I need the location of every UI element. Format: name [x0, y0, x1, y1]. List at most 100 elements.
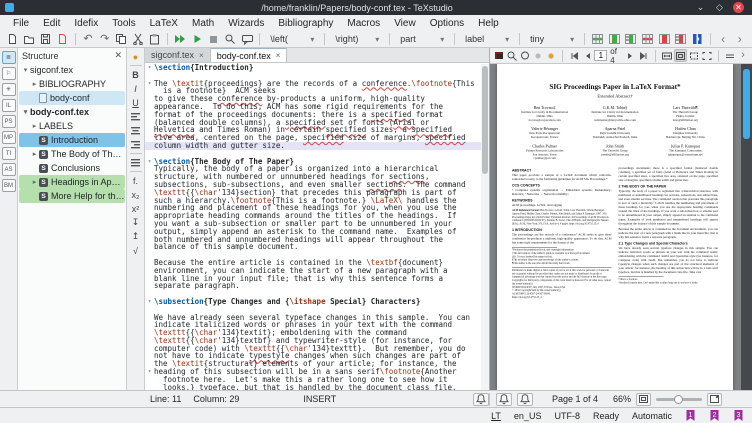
- close-panel-icon[interactable]: ✕: [114, 50, 122, 61]
- pdf-magnifier-icon[interactable]: [506, 49, 518, 62]
- editor-scrollbar[interactable]: [481, 64, 489, 390]
- paste-table-column-icon[interactable]: [623, 32, 638, 47]
- view-pdf-icon[interactable]: [223, 32, 238, 47]
- comment-icon[interactable]: [240, 32, 255, 47]
- menu-math[interactable]: Math: [185, 17, 221, 30]
- compile-icon[interactable]: [190, 32, 205, 47]
- forward-jump-icon[interactable]: [545, 49, 557, 62]
- add-table-row-icon[interactable]: [590, 32, 605, 47]
- fold-gutter[interactable]: [145, 376, 154, 384]
- fontsize-dropdown[interactable]: tiny▾: [526, 32, 578, 46]
- fold-marker-icon[interactable]: ▾: [145, 158, 154, 166]
- fold-gutter[interactable]: [145, 150, 154, 158]
- fold-gutter[interactable]: [145, 329, 154, 337]
- status-lt[interactable]: LT: [491, 411, 501, 421]
- next-page-icon[interactable]: [625, 49, 637, 62]
- pdf-zoom-slider-knob[interactable]: [674, 395, 683, 404]
- code-line[interactable]: ▾\subsection{Type Changes and {\itshape …: [145, 298, 489, 306]
- pdf-bell-icon-2[interactable]: [517, 393, 533, 406]
- fold-marker-icon[interactable]: ▾: [145, 64, 154, 72]
- symbols-ps-panel-icon[interactable]: PS: [2, 115, 16, 128]
- menu-file[interactable]: File: [6, 17, 36, 30]
- menu-options[interactable]: Options: [423, 17, 471, 30]
- editor-notification-bell-icon[interactable]: [473, 393, 489, 406]
- fold-gutter[interactable]: [145, 111, 154, 119]
- new-icon[interactable]: [5, 32, 20, 47]
- bold-icon[interactable]: B: [128, 68, 143, 81]
- pdf-more-icon[interactable]: ›: [737, 49, 749, 62]
- build-and-view-icon[interactable]: [173, 32, 188, 47]
- pdf-expand-button[interactable]: [707, 393, 722, 406]
- menu-idefix[interactable]: Idefix: [67, 17, 105, 30]
- previous-page-icon[interactable]: [581, 49, 593, 62]
- structure-item-introduction[interactable]: SIntroduction: [19, 133, 125, 147]
- fold-gutter[interactable]: [145, 126, 154, 134]
- toggle-windowed-viewer-icon[interactable]: [493, 49, 505, 62]
- menu-edit[interactable]: Edit: [36, 17, 67, 30]
- back-jump-icon[interactable]: [532, 49, 544, 62]
- left-bracket-dropdown[interactable]: \left(▾: [266, 32, 318, 46]
- copy-icon[interactable]: [114, 32, 129, 47]
- bookmark-2-icon[interactable]: 2: [709, 409, 720, 422]
- close-icon[interactable]: [55, 32, 70, 47]
- fold-marker-icon[interactable]: ▾: [145, 80, 154, 88]
- add-table-column-icon[interactable]: [607, 32, 622, 47]
- math-subscript-icon[interactable]: x₂: [128, 188, 143, 201]
- expander-icon[interactable]: ▸: [30, 80, 39, 88]
- math-underset-icon[interactable]: ↧: [128, 216, 143, 229]
- code-line[interactable]: ▾\section{Introduction}: [145, 64, 489, 72]
- pdf-scrollbar-thumb[interactable]: [743, 69, 750, 139]
- align-center-icon[interactable]: [128, 124, 143, 137]
- fold-gutter[interactable]: [145, 95, 154, 103]
- fold-gutter[interactable]: [145, 243, 154, 251]
- menu-view[interactable]: View: [387, 17, 423, 30]
- fold-gutter[interactable]: [145, 306, 154, 314]
- fold-gutter[interactable]: [145, 259, 154, 267]
- math-function-icon[interactable]: f.: [128, 174, 143, 187]
- remove-table-column-icon[interactable]: [657, 32, 672, 47]
- structure-item-body-conf-tex[interactable]: ▾body-conf.tex: [19, 105, 125, 119]
- tab-close-icon[interactable]: ×: [276, 51, 281, 60]
- fit-window-icon[interactable]: [701, 49, 713, 62]
- align-right-icon[interactable]: [128, 138, 143, 151]
- fold-gutter[interactable]: [145, 197, 154, 205]
- italic-icon[interactable]: I: [128, 82, 143, 95]
- fold-gutter[interactable]: [145, 360, 154, 368]
- symbols-as-panel-icon[interactable]: AS: [2, 163, 16, 176]
- fold-gutter[interactable]: [145, 134, 154, 142]
- fold-gutter[interactable]: [145, 290, 154, 298]
- pdf-scroll-tool-icon[interactable]: [519, 49, 531, 62]
- original-size-icon[interactable]: [688, 49, 700, 62]
- code-line[interactable]: balance of this sample document.: [145, 243, 489, 251]
- tab-close-icon[interactable]: ×: [199, 51, 204, 60]
- pdf-scrollbar[interactable]: [741, 64, 752, 390]
- tab-body-conf-tex[interactable]: body-conf.tex×: [211, 48, 288, 62]
- fold-gutter[interactable]: [145, 212, 154, 220]
- structure-item-bibliography[interactable]: ▸BIBLIOGRAPHY: [19, 77, 125, 91]
- fold-gutter[interactable]: [145, 267, 154, 275]
- status-automatic[interactable]: Automatic: [632, 411, 672, 421]
- menu-wizards[interactable]: Wizards: [221, 17, 271, 30]
- symbols-il-panel-icon[interactable]: IL: [2, 99, 16, 112]
- symbols-misc-panel-icon[interactable]: ✳: [2, 83, 16, 96]
- go-back-icon[interactable]: ‹: [716, 32, 731, 47]
- remove-table-row-icon[interactable]: [640, 32, 655, 47]
- pdf-menu-icon[interactable]: [724, 49, 736, 62]
- last-page-icon[interactable]: [638, 49, 650, 62]
- expander-icon[interactable]: ▸: [30, 122, 39, 130]
- status-ready[interactable]: Ready: [593, 411, 619, 421]
- maximize-button-icon[interactable]: ◇: [714, 2, 725, 13]
- structure-item-labels[interactable]: ▸LABELS: [19, 119, 125, 133]
- cut-table-column-icon[interactable]: [673, 32, 688, 47]
- fold-gutter[interactable]: [145, 189, 154, 197]
- save-icon[interactable]: [38, 32, 53, 47]
- fold-gutter[interactable]: [145, 220, 154, 228]
- fold-gutter[interactable]: [145, 173, 154, 181]
- fold-gutter[interactable]: [145, 345, 154, 353]
- fold-gutter[interactable]: [145, 119, 154, 127]
- fold-gutter[interactable]: [145, 142, 154, 150]
- bookmarks-panel-icon[interactable]: ⚐: [2, 67, 16, 80]
- structure-item-body-conf[interactable]: body-conf: [19, 91, 125, 105]
- pin-icon[interactable]: ●: [128, 50, 143, 63]
- menu-latex[interactable]: LaTeX: [143, 17, 185, 30]
